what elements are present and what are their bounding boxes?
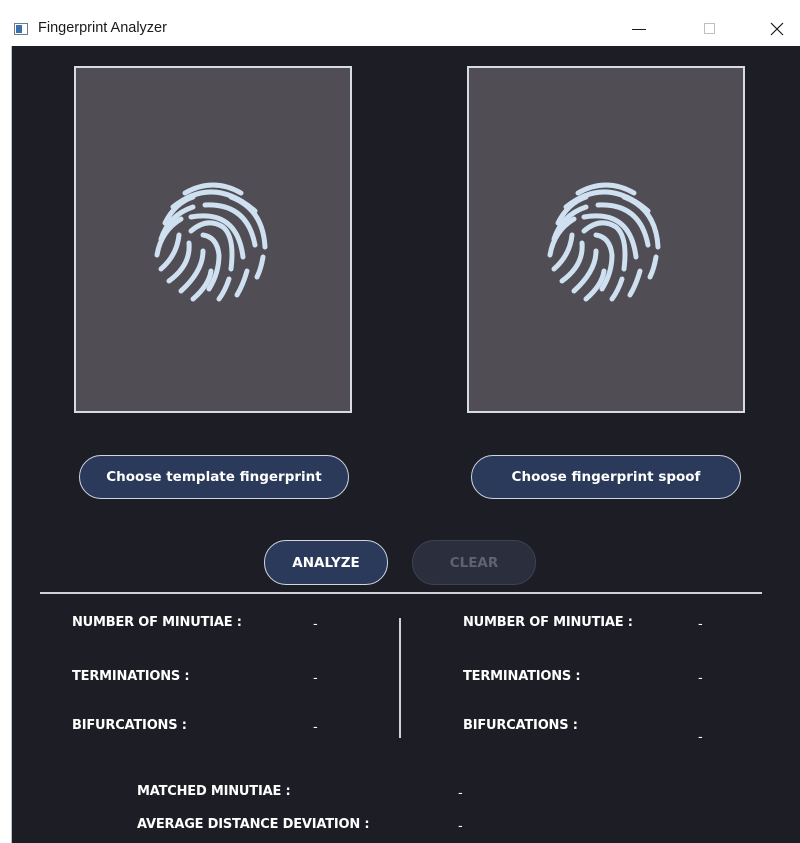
fingerprint-icon [547, 182, 661, 302]
maximize-icon [704, 23, 715, 34]
left-minutiae-value: - [313, 617, 318, 632]
left-bifurcations-label: BIFURCATIONS : [72, 718, 187, 733]
main-panel: Choose template fingerprint Choose finge… [11, 46, 800, 843]
left-bifurcations-value: - [313, 720, 318, 735]
choose-spoof-button[interactable]: Choose fingerprint spoof [471, 455, 741, 499]
close-icon [770, 22, 784, 36]
matched-minutiae-value: - [458, 786, 463, 801]
analyze-button[interactable]: ANALYZE [264, 540, 388, 585]
left-terminations-value: - [313, 671, 318, 686]
template-fingerprint-preview [74, 66, 352, 413]
matched-minutiae-label: MATCHED MINUTIAE : [137, 784, 291, 799]
left-minutiae-label: NUMBER OF MINUTIAE : [72, 615, 242, 630]
minimize-icon [632, 29, 646, 30]
left-terminations-label: TERMINATIONS : [72, 669, 190, 684]
spoof-fingerprint-preview [467, 66, 745, 413]
right-bifurcations-label: BIFURCATIONS : [463, 718, 578, 733]
right-minutiae-label: NUMBER OF MINUTIAE : [463, 615, 633, 630]
average-distance-deviation-label: AVERAGE DISTANCE DEVIATION : [137, 817, 370, 832]
app-icon [14, 23, 28, 35]
right-minutiae-value: - [698, 617, 703, 632]
right-terminations-value: - [698, 671, 703, 686]
horizontal-divider [40, 592, 762, 594]
maximize-button[interactable] [686, 12, 732, 46]
close-button[interactable] [754, 12, 800, 46]
fingerprint-icon [154, 182, 268, 302]
window-title: Fingerprint Analyzer [38, 20, 167, 36]
right-terminations-label: TERMINATIONS : [463, 669, 581, 684]
vertical-divider [399, 618, 401, 738]
minimize-button[interactable] [616, 12, 662, 46]
clear-button[interactable]: CLEAR [412, 540, 536, 585]
right-bifurcations-value: - [698, 730, 703, 745]
choose-template-button[interactable]: Choose template fingerprint [79, 455, 349, 499]
average-distance-deviation-value: - [458, 819, 463, 834]
title-bar: Fingerprint Analyzer [0, 0, 800, 46]
